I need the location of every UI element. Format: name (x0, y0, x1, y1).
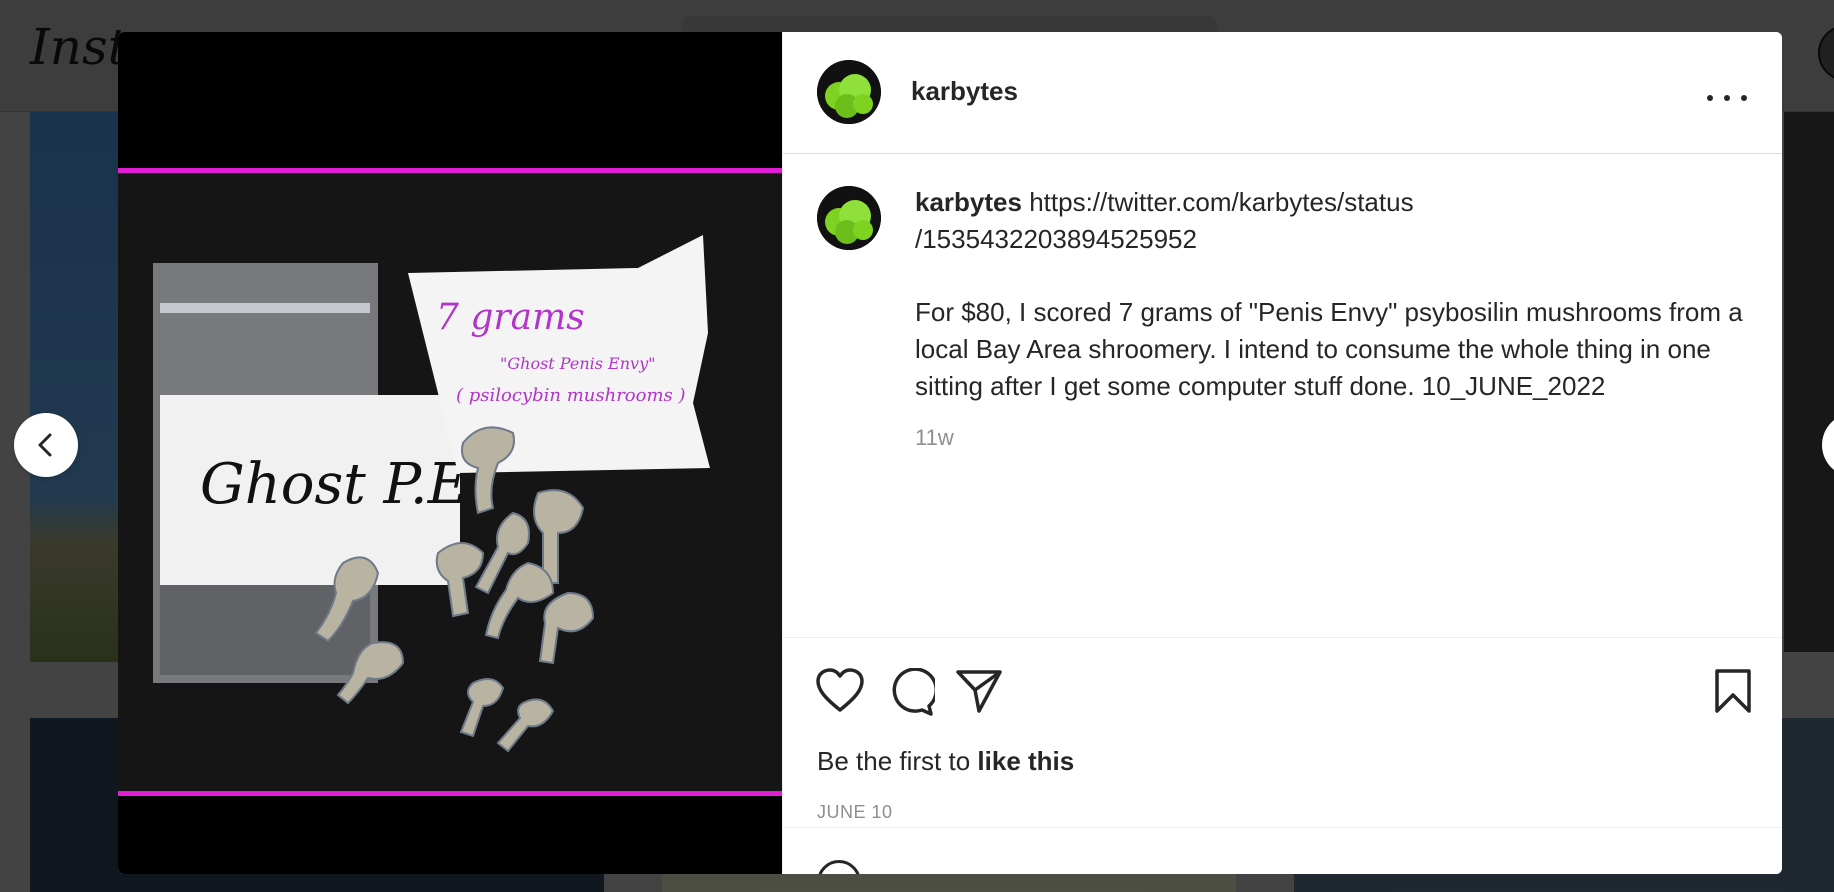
post-photo: Ghost P.E. 7 grams "Ghost Penis Envy" ( … (118, 168, 782, 796)
post-modal: Ghost P.E. 7 grams "Ghost Penis Envy" ( … (118, 32, 1782, 874)
likes-prefix: Be the first to (817, 746, 978, 776)
heart-icon[interactable] (815, 668, 865, 714)
bag-label: Ghost P.E. (200, 452, 486, 517)
likes-summary: Be the first to like this (817, 746, 1074, 777)
caption-timestamp[interactable]: 11w (915, 419, 1745, 456)
author-username[interactable]: karbytes (911, 76, 1018, 107)
emoji-icon[interactable] (817, 860, 861, 874)
chevron-left-icon (38, 433, 52, 457)
post-date[interactable]: JUNE 10 (817, 802, 893, 823)
author-avatar[interactable] (817, 60, 881, 124)
post-media: Ghost P.E. 7 grams "Ghost Penis Envy" ( … (118, 32, 782, 874)
comment-icon[interactable] (887, 668, 935, 716)
previous-post-button[interactable] (14, 413, 78, 477)
caption-link-line: karbytes https://twitter.com/karbytes/st… (915, 184, 1745, 221)
caption-author-avatar[interactable] (817, 186, 881, 250)
note-subtitle: "Ghost Penis Envy" (500, 354, 655, 373)
post-header: karbytes (783, 32, 1782, 154)
note-title: 7 grams (436, 297, 585, 338)
paper-plane-icon[interactable] (955, 668, 1003, 714)
like-this-link[interactable]: like this (977, 746, 1074, 776)
post-caption: karbytes https://twitter.com/karbytes/st… (915, 184, 1745, 456)
caption-link[interactable]: https://twitter.com/karbytes/status (1029, 187, 1413, 217)
note-detail: ( psilocybin mushrooms ) (456, 385, 686, 406)
bookmark-icon[interactable] (1713, 668, 1753, 714)
caption-text: For $80, I scored 7 grams of "Penis Envy… (915, 297, 1743, 401)
comment-bar (783, 827, 1782, 874)
post-sidebar: karbytes karbytes https://twitter.com/ka… (782, 32, 1782, 874)
more-options-icon[interactable] (1707, 84, 1747, 112)
caption-username[interactable]: karbytes (915, 187, 1022, 217)
caption-link-continued[interactable]: /1535432203894525952 (915, 221, 1745, 258)
